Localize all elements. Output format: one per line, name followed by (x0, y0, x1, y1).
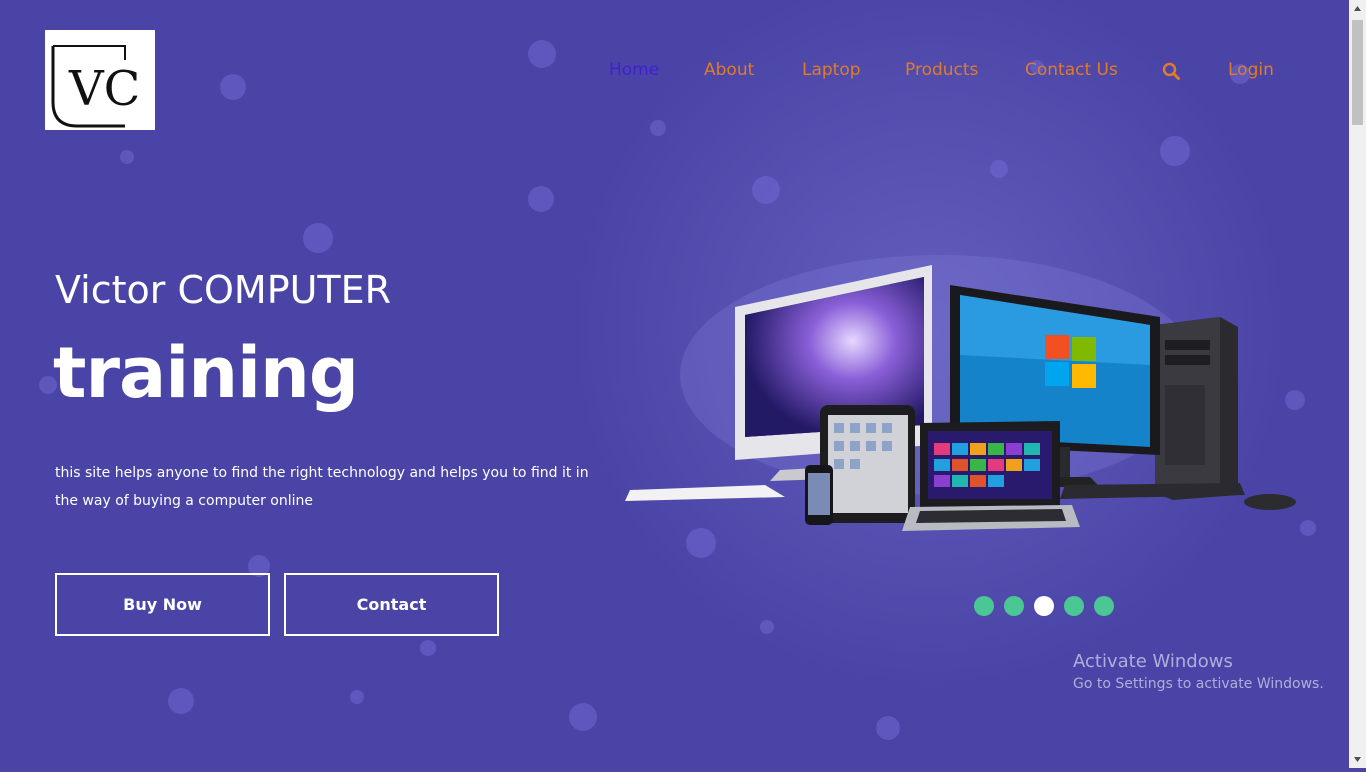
computer-devices-image (625, 255, 1296, 531)
search-icon[interactable] (1162, 62, 1180, 80)
buy-now-button[interactable]: Buy Now (55, 573, 270, 636)
nav-about[interactable]: About (704, 60, 754, 80)
hero-title-small: Victor COMPUTER (55, 268, 392, 312)
mouse (1244, 494, 1296, 510)
main-nav: Home About Laptop Products Contact Us Lo… (0, 58, 1349, 88)
contact-button[interactable]: Contact (284, 573, 499, 636)
tablet (820, 405, 915, 523)
nav-login[interactable]: Login (1228, 60, 1274, 80)
laptop (902, 421, 1080, 531)
keyboard-dark (1060, 483, 1245, 499)
keyboard (625, 485, 785, 501)
vertical-scrollbar[interactable] (1349, 0, 1366, 768)
carousel-dot-1[interactable] (974, 596, 994, 616)
hero-description: this site helps anyone to find the right… (55, 465, 589, 509)
pc-tower (1155, 317, 1238, 500)
phone (805, 465, 833, 525)
activate-windows-title: Activate Windows (1073, 651, 1233, 672)
nav-contact-us[interactable]: Contact Us (1025, 60, 1118, 80)
scroll-up-arrow-icon[interactable] (1349, 0, 1366, 17)
carousel-dot-3[interactable] (1034, 596, 1054, 616)
hero-title-large: training (53, 332, 359, 414)
scrollbar-thumb[interactable] (1352, 20, 1363, 125)
carousel-dot-5[interactable] (1094, 596, 1114, 616)
carousel-dot-4[interactable] (1064, 596, 1084, 616)
nav-laptop[interactable]: Laptop (802, 60, 861, 80)
page: VC Home About Laptop Products Contact Us… (0, 0, 1349, 768)
nav-products[interactable]: Products (905, 60, 978, 80)
scroll-down-arrow-icon[interactable] (1349, 751, 1366, 768)
nav-home[interactable]: Home (609, 60, 659, 80)
carousel-dot-2[interactable] (1004, 596, 1024, 616)
activate-windows-subtitle: Go to Settings to activate Windows. (1073, 676, 1324, 692)
